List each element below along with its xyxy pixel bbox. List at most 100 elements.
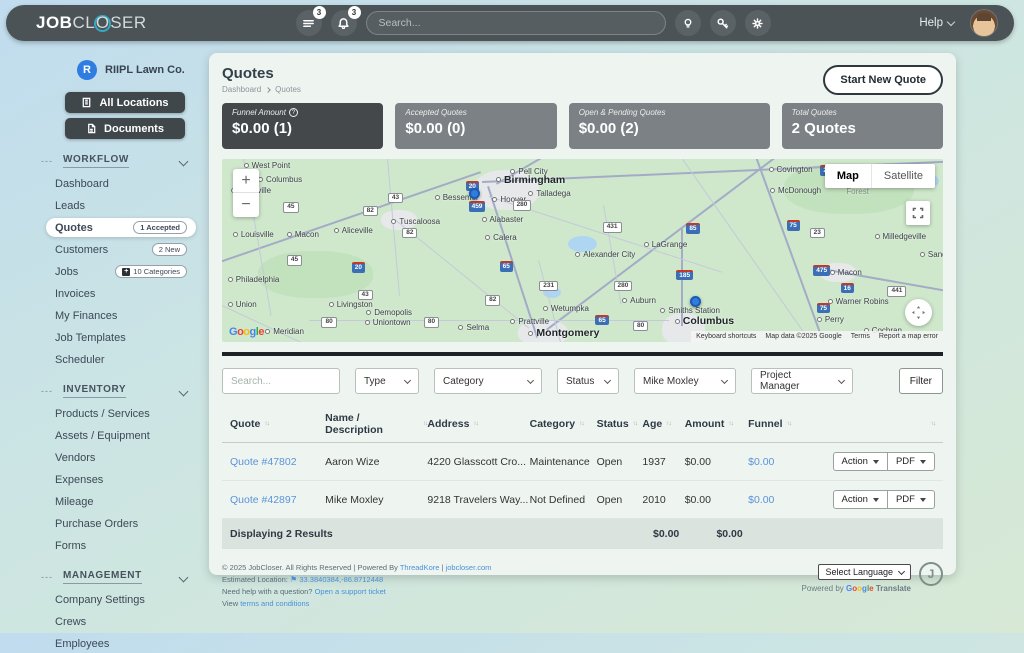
funnel-link[interactable]: $0.00: [748, 494, 774, 506]
help-menu[interactable]: Help: [919, 17, 954, 29]
summary-label: Displaying 2 Results: [230, 528, 653, 540]
location-flag-icon: ⚑: [290, 575, 299, 584]
company-selector[interactable]: R RIIPL Lawn Co.: [77, 60, 187, 80]
info-icon[interactable]: ?: [289, 108, 298, 117]
quote-link[interactable]: Quote #42897: [230, 494, 297, 506]
attribution-link[interactable]: Keyboard shortcuts: [696, 333, 756, 340]
zoom-out-button[interactable]: −: [233, 193, 259, 217]
cell-status: Open: [597, 456, 643, 468]
column-header[interactable]: Funnel↑↓: [748, 418, 801, 430]
quotes-map[interactable]: West PointColumbusStarkvilleLouisvilleMa…: [222, 159, 943, 342]
map-marker[interactable]: [469, 188, 480, 199]
funnel-link[interactable]: $0.00: [748, 456, 774, 468]
sidebar-item-customers[interactable]: Customers 2 New: [46, 240, 196, 259]
filter-dropdown-type[interactable]: Type: [355, 368, 419, 394]
page-title: Quotes: [222, 65, 301, 82]
sidebar-item-my-finances[interactable]: My Finances: [46, 306, 196, 325]
support-ticket-link[interactable]: Open a support ticket: [315, 587, 386, 596]
access-keys-button[interactable]: [710, 10, 736, 36]
table-search-input[interactable]: [222, 368, 340, 394]
lightbulb-icon: [682, 17, 694, 30]
action-button[interactable]: Action: [834, 453, 887, 470]
column-header[interactable]: Address↑↓: [427, 418, 529, 430]
sidebar-item-dashboard[interactable]: Dashboard: [46, 174, 196, 193]
filter-dropdown-project-manager[interactable]: Project Manager: [751, 368, 853, 394]
column-header[interactable]: Name / Description↑↓: [325, 412, 427, 436]
queue-button[interactable]: 3: [296, 10, 322, 36]
action-button[interactable]: Action: [834, 491, 887, 508]
sidebar-item-assets-equipment[interactable]: Assets / Equipment: [46, 426, 196, 445]
terms-link[interactable]: terms and conditions: [240, 599, 309, 608]
sort-icon[interactable]: ↑↓: [473, 421, 478, 428]
view-text: View: [222, 599, 240, 608]
tips-button[interactable]: [675, 10, 701, 36]
start-new-quote-button[interactable]: Start New Quote: [823, 65, 943, 95]
sort-icon[interactable]: ↑↓: [930, 421, 935, 428]
section-header[interactable]: --- INVENTORY: [55, 384, 187, 398]
pan-control[interactable]: [905, 299, 932, 326]
nav-item-label: Products / Services: [55, 408, 150, 420]
chat-widget-button[interactable]: J: [919, 562, 943, 586]
column-header[interactable]: ↑↓: [801, 421, 935, 428]
interstate-shield-icon: 85: [686, 223, 699, 234]
sidebar-item-company-settings[interactable]: Company Settings: [46, 590, 196, 609]
jobcloser-link[interactable]: jobcloser.com: [446, 563, 492, 572]
sidebar-item-expenses[interactable]: Expenses: [46, 470, 196, 489]
notifications-button[interactable]: 3: [331, 10, 357, 36]
global-search-input[interactable]: [366, 11, 666, 35]
sidebar-item-forms[interactable]: Forms: [46, 536, 196, 555]
satellite-view-button[interactable]: Satellite: [871, 164, 935, 188]
section-header[interactable]: --- WORKFLOW: [55, 154, 187, 168]
attribution-link[interactable]: Terms: [851, 333, 870, 340]
quote-link[interactable]: Quote #47802: [230, 456, 297, 468]
zoom-in-button[interactable]: +: [233, 169, 259, 193]
sort-icon[interactable]: ↑↓: [787, 421, 792, 428]
all-locations-button[interactable]: All Locations: [65, 92, 185, 113]
sort-icon[interactable]: ↑↓: [633, 421, 638, 428]
sidebar-item-products-services[interactable]: Products / Services: [46, 404, 196, 423]
breadcrumb-dashboard[interactable]: Dashboard: [222, 85, 261, 94]
sidebar-item-vendors[interactable]: Vendors: [46, 448, 196, 467]
cell-amount: $0.00: [685, 494, 748, 506]
column-header[interactable]: Category↑↓: [530, 418, 597, 430]
filter-button[interactable]: Filter: [899, 368, 943, 394]
attribution-link[interactable]: Report a map error: [879, 333, 938, 340]
sidebar-item-jobs[interactable]: Jobs +10 Categories: [46, 262, 196, 281]
nav-item-label: Invoices: [55, 288, 95, 300]
column-header[interactable]: Status↑↓: [597, 418, 643, 430]
sidebar-item-scheduler[interactable]: Scheduler: [46, 350, 196, 369]
sidebar-item-invoices[interactable]: Invoices: [46, 284, 196, 303]
sidebar-item-mileage[interactable]: Mileage: [46, 492, 196, 511]
sort-icon[interactable]: ↑↓: [264, 421, 269, 428]
caret-down-icon: [920, 460, 926, 464]
documents-button[interactable]: Documents: [65, 118, 185, 139]
language-select[interactable]: Select Language: [818, 564, 911, 580]
sidebar-item-purchase-orders[interactable]: Purchase Orders: [46, 514, 196, 533]
sidebar-item-crews[interactable]: Crews: [46, 612, 196, 631]
section-header[interactable]: --- MANAGEMENT: [55, 570, 187, 584]
fullscreen-button[interactable]: [906, 201, 930, 225]
sidebar-item-quotes[interactable]: Quotes 1 Accepted: [46, 218, 196, 237]
filter-dropdown-status[interactable]: Status: [557, 368, 619, 394]
filter-dropdown-mike-moxley[interactable]: Mike Moxley: [634, 368, 736, 394]
pdf-button[interactable]: PDF: [887, 491, 934, 508]
sort-icon[interactable]: ↑↓: [728, 421, 733, 428]
sort-icon[interactable]: ↑↓: [666, 421, 671, 428]
column-header[interactable]: Amount↑↓: [685, 418, 748, 430]
pdf-button[interactable]: PDF: [887, 453, 934, 470]
sidebar-item-job-templates[interactable]: Job Templates: [46, 328, 196, 347]
threadkore-link[interactable]: ThreadKore: [400, 563, 440, 572]
column-header[interactable]: Age↑↓: [642, 418, 684, 430]
attribution-link[interactable]: Map data ©2025 Google: [765, 333, 841, 340]
settings-button[interactable]: [745, 10, 771, 36]
sort-icon[interactable]: ↑↓: [579, 421, 584, 428]
map-view-button[interactable]: Map: [825, 164, 871, 188]
stat-card: Accepted Quotes $0.00 (0): [395, 103, 556, 149]
sidebar-item-leads[interactable]: Leads: [46, 196, 196, 215]
column-header[interactable]: Quote↑↓: [230, 418, 325, 430]
google-logo[interactable]: Google: [229, 326, 264, 338]
coordinates-link[interactable]: 33.3840384,-86.8712448: [299, 575, 383, 584]
filter-dropdown-category[interactable]: Category: [434, 368, 542, 394]
sidebar-item-employees[interactable]: Employees: [46, 634, 196, 653]
user-avatar[interactable]: [970, 9, 998, 37]
